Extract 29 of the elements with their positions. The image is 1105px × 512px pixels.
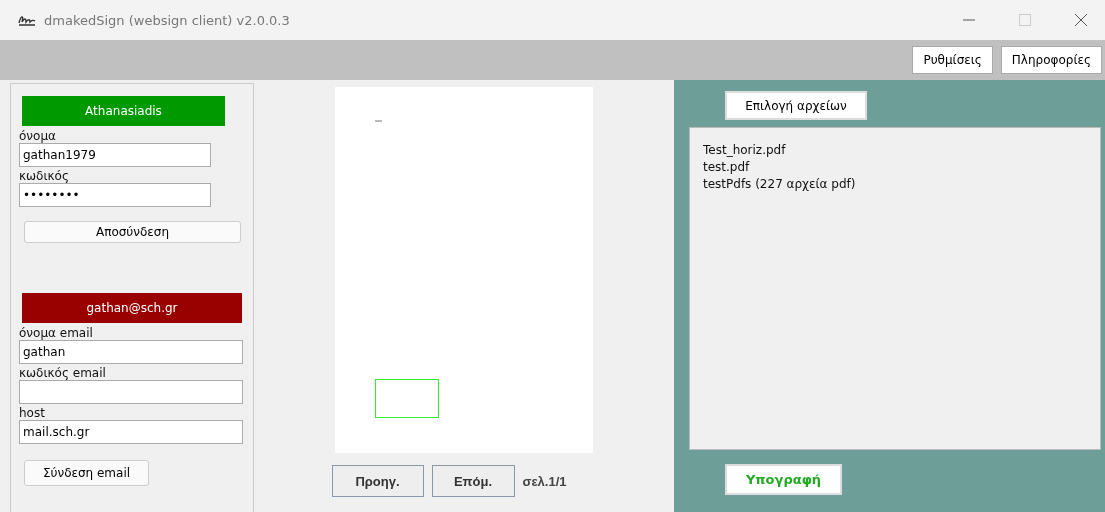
field-label: κωδικός email bbox=[19, 366, 106, 380]
file-item[interactable]: test.pdf bbox=[703, 159, 750, 176]
account-header: gathan@sch.gr bbox=[22, 293, 242, 323]
input-field[interactable]: gathan bbox=[19, 340, 243, 364]
file-item[interactable]: Test_horiz.pdf bbox=[703, 142, 786, 159]
page-indicator: σελ.1/1 bbox=[522, 473, 567, 489]
field-label: host bbox=[19, 406, 45, 420]
signature-icon bbox=[18, 14, 36, 26]
window-title: dmakedSign (websign client) v2.0.0.3 bbox=[44, 12, 290, 28]
input-field[interactable]: •••••••• bbox=[19, 183, 211, 207]
toolbar-button[interactable]: Ρυθμίσεις bbox=[912, 46, 993, 74]
input-field[interactable]: gathan1979 bbox=[19, 143, 211, 167]
signature-box[interactable] bbox=[375, 379, 439, 418]
previous-button[interactable]: Προηγ. bbox=[331, 465, 424, 497]
next-button[interactable]: Επόμ. bbox=[431, 465, 515, 497]
field-label: όνομα email bbox=[19, 326, 93, 340]
input-field[interactable]: mail.sch.gr bbox=[19, 420, 243, 444]
field-label: κωδικός bbox=[19, 169, 69, 183]
close-icon[interactable] bbox=[1075, 14, 1087, 26]
account-button[interactable]: Σύνδεση email bbox=[24, 460, 149, 486]
input-field[interactable] bbox=[19, 380, 243, 404]
file-item[interactable]: testPdfs (227 αρχεία pdf) bbox=[703, 176, 856, 193]
toolbar-button[interactable]: Πληροφορίες bbox=[1000, 46, 1102, 74]
choose-files-button[interactable]: Επιλογή αρχείων bbox=[725, 91, 867, 120]
field-label: όνομα bbox=[19, 129, 56, 143]
page-mark bbox=[375, 120, 382, 122]
maximize-icon[interactable] bbox=[1019, 14, 1031, 26]
account-header: Athanasiadis bbox=[22, 96, 225, 126]
account-button[interactable]: Αποσύνδεση bbox=[24, 221, 241, 243]
